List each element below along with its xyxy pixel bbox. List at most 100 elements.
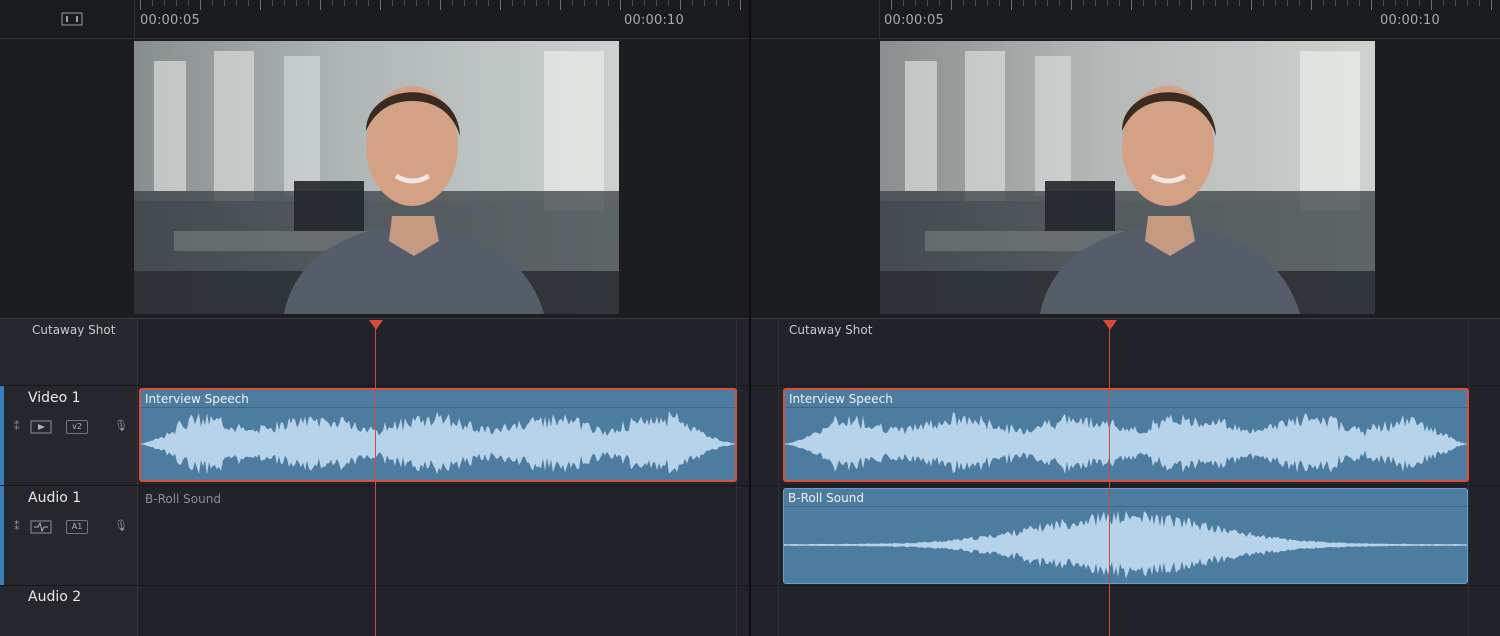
track-toggle-button[interactable]: A1 xyxy=(66,520,88,534)
clip-label: Interview Speech xyxy=(789,392,893,406)
ruler-tick xyxy=(728,0,729,6)
ruler-tick xyxy=(1227,0,1228,6)
ruler-tick xyxy=(1167,0,1168,6)
ruler-tick xyxy=(1263,0,1264,6)
ruler-tick xyxy=(1491,0,1492,10)
track-area: Cutaway Shot Interview Speech B-Roll Sou… xyxy=(751,318,1500,636)
ruler-tick xyxy=(891,0,892,10)
track-toggle-button[interactable]: v2 xyxy=(66,420,88,434)
ruler-tick xyxy=(524,0,525,6)
video-frame[interactable] xyxy=(880,41,1375,314)
ruler-tick xyxy=(440,0,441,10)
mic-icon[interactable]: 🎙︎ xyxy=(114,419,128,432)
ruler-tick xyxy=(464,0,465,6)
video1-track-indicator xyxy=(0,386,4,485)
track-header-column: Cutaway Shot Video 1 Audio 1 Audio 2 ⁑ v… xyxy=(0,319,138,636)
ruler-tick xyxy=(188,0,189,6)
ruler-tick xyxy=(999,0,1000,6)
ruler-tick xyxy=(903,0,904,6)
clip-interview-speech[interactable]: Interview Speech xyxy=(139,388,737,482)
ruler-tick xyxy=(1443,0,1444,6)
empty-clip-label: B-Roll Sound xyxy=(145,492,221,506)
play-icon[interactable] xyxy=(30,420,52,434)
playhead-marker[interactable] xyxy=(369,320,383,330)
ruler-tick xyxy=(1035,0,1036,6)
ruler-tick xyxy=(1059,0,1060,6)
ruler-tick xyxy=(392,0,393,6)
timecode-label: 00:00:05 xyxy=(884,13,944,28)
ruler-tick xyxy=(1203,0,1204,6)
timecode-label: 00:00:10 xyxy=(624,13,684,28)
track-label-audio2[interactable]: Audio 2 xyxy=(28,589,81,605)
timecode-ruler[interactable]: 00:00:05 00:00:10 xyxy=(751,0,1500,39)
ruler-tick xyxy=(1275,0,1276,6)
ruler-tick xyxy=(176,0,177,6)
ruler-tick xyxy=(332,0,333,6)
ruler-tick xyxy=(212,0,213,6)
lock-icon[interactable]: ⁑ xyxy=(14,520,20,533)
ruler-tick xyxy=(500,0,501,10)
ruler-tick xyxy=(380,0,381,10)
lock-icon[interactable]: ⁑ xyxy=(14,420,20,433)
waveform-shape xyxy=(785,411,1467,474)
clip-interview-speech[interactable]: Interview Speech xyxy=(783,388,1469,482)
playhead[interactable] xyxy=(375,320,376,636)
ruler-tick xyxy=(1287,0,1288,6)
ruler-tick xyxy=(1179,0,1180,6)
audio1-track-indicator xyxy=(0,486,4,585)
ruler-tick xyxy=(668,0,669,6)
ruler-tick xyxy=(1311,0,1312,10)
ruler-tick xyxy=(476,0,477,6)
ruler-tick xyxy=(596,0,597,6)
ruler-tick xyxy=(356,0,357,6)
ruler-tick xyxy=(644,0,645,6)
ruler-tick xyxy=(416,0,417,6)
ruler-tick xyxy=(680,0,681,10)
ruler-tick xyxy=(1191,0,1192,10)
timecode-ruler[interactable]: 00:00:05 00:00:10 xyxy=(0,0,749,39)
ruler-tick xyxy=(1239,0,1240,6)
ruler-tick xyxy=(915,0,916,6)
ruler-tick xyxy=(260,0,261,10)
ruler-tick xyxy=(1455,0,1456,6)
ruler-tick xyxy=(1095,0,1096,6)
ruler-tick xyxy=(1359,0,1360,6)
ruler-tick xyxy=(1071,0,1072,10)
ruler-tick xyxy=(236,0,237,6)
ruler-tick xyxy=(368,0,369,6)
video-frame[interactable] xyxy=(134,41,619,314)
ruler-tick xyxy=(452,0,453,6)
ruler-tick xyxy=(740,0,741,10)
ruler-tick xyxy=(656,0,657,6)
ruler-tick xyxy=(1119,0,1120,6)
ruler-tick xyxy=(692,0,693,6)
track-label-cutaway: Cutaway Shot xyxy=(789,323,873,337)
viewer-toggle-icon[interactable] xyxy=(61,12,83,26)
ruler-tick xyxy=(152,0,153,6)
track-label-video1[interactable]: Video 1 xyxy=(28,390,81,406)
ruler-tick xyxy=(1467,0,1468,6)
audio-waveform xyxy=(785,411,1467,474)
playhead-marker[interactable] xyxy=(1103,320,1117,330)
ruler-tick xyxy=(1023,0,1024,6)
ruler-tick xyxy=(1371,0,1372,10)
clip-b-roll-sound[interactable]: B-Roll Sound xyxy=(783,488,1468,584)
ruler-tick xyxy=(1419,0,1420,6)
timeline-panel-left: 00:00:05 00:00:10 Cutaway Shot Video 1 A… xyxy=(0,0,749,636)
ruler-tick xyxy=(224,0,225,6)
ruler-tick xyxy=(1143,0,1144,6)
ruler-tick xyxy=(200,0,201,10)
track-label-audio1[interactable]: Audio 1 xyxy=(28,490,81,506)
ruler-tick xyxy=(963,0,964,6)
ruler-tick xyxy=(1155,0,1156,6)
waveform-shape xyxy=(784,510,1466,579)
ruler-tick xyxy=(1431,0,1432,10)
waveform-shape xyxy=(141,411,735,475)
playhead[interactable] xyxy=(1109,320,1110,636)
ruler-tick xyxy=(1383,0,1384,6)
ruler-tick xyxy=(344,0,345,6)
waveform-toggle-icon[interactable] xyxy=(30,520,52,534)
mic-icon[interactable]: 🎙︎ xyxy=(114,519,128,532)
audio-waveform xyxy=(784,510,1467,579)
ruler-tick xyxy=(404,0,405,6)
